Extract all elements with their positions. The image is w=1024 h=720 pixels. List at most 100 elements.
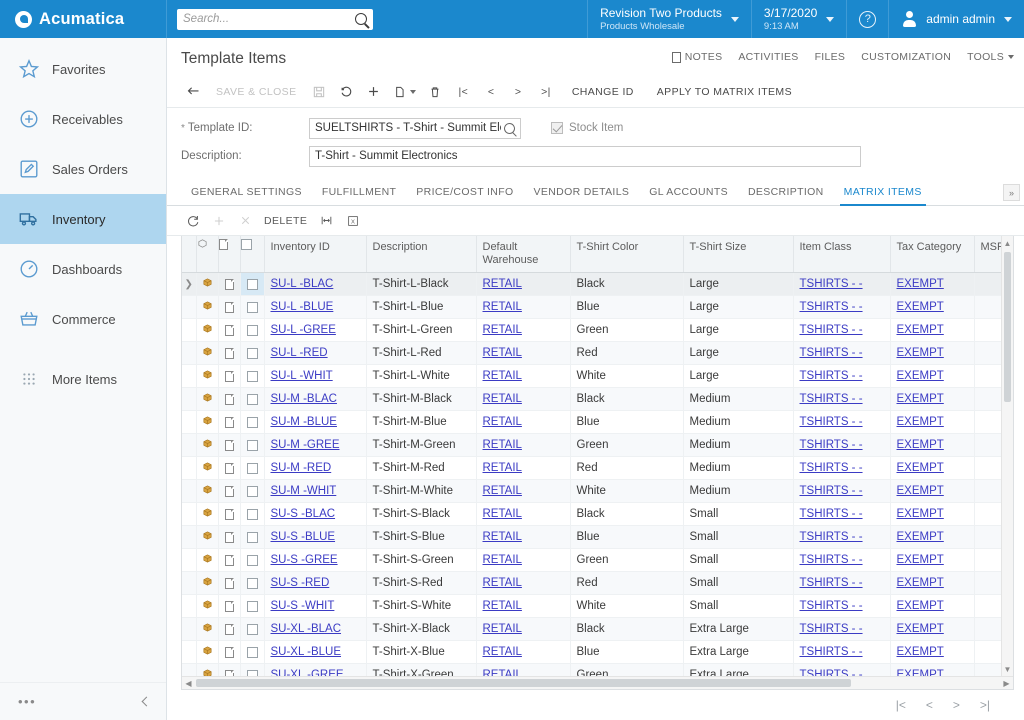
next-record-button[interactable]: > — [506, 80, 530, 104]
cell-default-warehouse[interactable]: RETAIL — [476, 296, 570, 319]
chevron-down-icon[interactable] — [826, 17, 834, 22]
table-row[interactable]: SU-L -GREET-Shirt-L-GreenRETAILGreenLarg… — [182, 319, 1013, 342]
table-row[interactable]: SU-S -BLUET-Shirt-S-BlueRETAILBlueSmallT… — [182, 526, 1013, 549]
chevron-down-icon[interactable] — [1004, 17, 1012, 22]
row-checkbox[interactable] — [247, 371, 258, 382]
grid-delete-button[interactable]: DELETE — [259, 210, 312, 232]
tab-price-cost-info[interactable]: PRICE/COST INFO — [406, 186, 523, 205]
cell-default-warehouse[interactable]: RETAIL — [476, 664, 570, 676]
row-checkbox-cell[interactable] — [240, 296, 264, 319]
row-selector[interactable] — [182, 296, 196, 319]
cell-inventory-id[interactable]: SU-S -BLAC — [264, 503, 366, 526]
row-document-icon[interactable] — [218, 549, 240, 572]
row-checkbox-cell[interactable] — [240, 365, 264, 388]
row-box-icon[interactable] — [196, 641, 218, 664]
row-document-icon[interactable] — [218, 319, 240, 342]
cell-tax-category[interactable]: EXEMPT — [890, 365, 974, 388]
delete-button[interactable] — [423, 80, 447, 104]
cell-default-warehouse[interactable]: RETAIL — [476, 526, 570, 549]
back-button[interactable] — [181, 80, 205, 104]
cell-item-class[interactable]: TSHIRTS - - — [793, 434, 890, 457]
row-document-icon[interactable] — [218, 480, 240, 503]
cell-item-class[interactable]: TSHIRTS - - — [793, 549, 890, 572]
row-box-icon[interactable] — [196, 342, 218, 365]
row-document-icon[interactable] — [218, 434, 240, 457]
cell-inventory-id[interactable]: SU-M -RED — [264, 457, 366, 480]
cell-tax-category[interactable]: EXEMPT — [890, 434, 974, 457]
cell-inventory-id[interactable]: SU-M -BLUE — [264, 411, 366, 434]
row-checkbox[interactable] — [247, 279, 258, 290]
cell-default-warehouse[interactable]: RETAIL — [476, 411, 570, 434]
cell-item-class[interactable]: TSHIRTS - - — [793, 641, 890, 664]
col-tshirt-color[interactable]: T-Shirt Color — [570, 236, 683, 273]
tab-gl-accounts[interactable]: GL ACCOUNTS — [639, 186, 738, 205]
chevron-down-icon[interactable] — [731, 17, 739, 22]
row-checkbox[interactable] — [247, 440, 258, 451]
row-selector[interactable] — [182, 549, 196, 572]
cell-default-warehouse[interactable]: RETAIL — [476, 365, 570, 388]
table-row[interactable]: ❯SU-L -BLACT-Shirt-L-BlackRETAILBlackLar… — [182, 273, 1013, 296]
row-selector[interactable] — [182, 572, 196, 595]
row-checkbox-cell[interactable] — [240, 572, 264, 595]
row-box-icon[interactable] — [196, 388, 218, 411]
col-tshirt-size[interactable]: T-Shirt Size — [683, 236, 793, 273]
cell-default-warehouse[interactable]: RETAIL — [476, 549, 570, 572]
row-box-icon[interactable] — [196, 434, 218, 457]
page-last-button[interactable]: >| — [980, 698, 990, 712]
cell-item-class[interactable]: TSHIRTS - - — [793, 526, 890, 549]
cell-default-warehouse[interactable]: RETAIL — [476, 273, 570, 296]
table-row[interactable]: SU-M -BLACT-Shirt-M-BlackRETAILBlackMedi… — [182, 388, 1013, 411]
row-document-icon[interactable] — [218, 273, 240, 296]
cell-item-class[interactable]: TSHIRTS - - — [793, 457, 890, 480]
row-selector[interactable] — [182, 365, 196, 388]
row-checkbox-cell[interactable] — [240, 503, 264, 526]
undo-button[interactable] — [334, 80, 358, 104]
stock-item-checkbox-wrap[interactable]: Stock Item — [551, 122, 623, 134]
row-selector[interactable] — [182, 503, 196, 526]
cell-inventory-id[interactable]: SU-S -BLUE — [264, 526, 366, 549]
row-checkbox-cell[interactable] — [240, 618, 264, 641]
datetime-selector[interactable]: 3/17/2020 9:13 AM — [751, 0, 846, 38]
cell-item-class[interactable]: TSHIRTS - - — [793, 664, 890, 676]
row-document-icon[interactable] — [218, 457, 240, 480]
table-row[interactable]: SU-XL -BLUET-Shirt-X-BlueRETAILBlueExtra… — [182, 641, 1013, 664]
table-row[interactable]: SU-XL -BLACT-Shirt-X-BlackRETAILBlackExt… — [182, 618, 1013, 641]
row-document-icon[interactable] — [218, 595, 240, 618]
brand-logo-area[interactable]: Acumatica — [0, 0, 167, 38]
grid-vertical-scrollbar[interactable]: ▲ ▼ — [1001, 236, 1013, 676]
cell-item-class[interactable]: TSHIRTS - - — [793, 572, 890, 595]
col-item-class[interactable]: Item Class — [793, 236, 890, 273]
cell-tax-category[interactable]: EXEMPT — [890, 457, 974, 480]
table-row[interactable]: SU-M -GREET-Shirt-M-GreenRETAILGreenMedi… — [182, 434, 1013, 457]
col-inventory-id[interactable]: Inventory ID — [264, 236, 366, 273]
row-box-icon[interactable] — [196, 526, 218, 549]
cell-tax-category[interactable]: EXEMPT — [890, 664, 974, 676]
customization-button[interactable]: CUSTOMIZATION — [861, 51, 951, 63]
row-box-icon[interactable] — [196, 572, 218, 595]
cell-item-class[interactable]: TSHIRTS - - — [793, 618, 890, 641]
refresh-icon[interactable] — [181, 210, 205, 232]
search-box[interactable] — [177, 9, 373, 30]
sidebar-more-icon[interactable]: ••• — [18, 694, 36, 709]
row-document-icon[interactable] — [218, 641, 240, 664]
cell-item-class[interactable]: TSHIRTS - - — [793, 480, 890, 503]
row-document-icon[interactable] — [218, 503, 240, 526]
help-icon[interactable]: ? — [859, 11, 876, 28]
row-document-icon[interactable] — [218, 388, 240, 411]
search-input[interactable] — [183, 13, 355, 25]
cell-default-warehouse[interactable]: RETAIL — [476, 342, 570, 365]
sidebar-item-commerce[interactable]: Commerce — [0, 294, 166, 344]
row-selector[interactable] — [182, 641, 196, 664]
row-document-icon[interactable] — [218, 365, 240, 388]
page-prev-button[interactable]: < — [926, 698, 933, 712]
row-checkbox-cell[interactable] — [240, 641, 264, 664]
activities-button[interactable]: ACTIVITIES — [738, 51, 798, 63]
cell-tax-category[interactable]: EXEMPT — [890, 273, 974, 296]
row-box-icon[interactable] — [196, 365, 218, 388]
row-selector[interactable] — [182, 411, 196, 434]
cell-tax-category[interactable]: EXEMPT — [890, 342, 974, 365]
row-selector[interactable] — [182, 342, 196, 365]
sidebar-item-inventory[interactable]: Inventory — [0, 194, 166, 244]
row-selector[interactable] — [182, 434, 196, 457]
row-checkbox[interactable] — [247, 555, 258, 566]
